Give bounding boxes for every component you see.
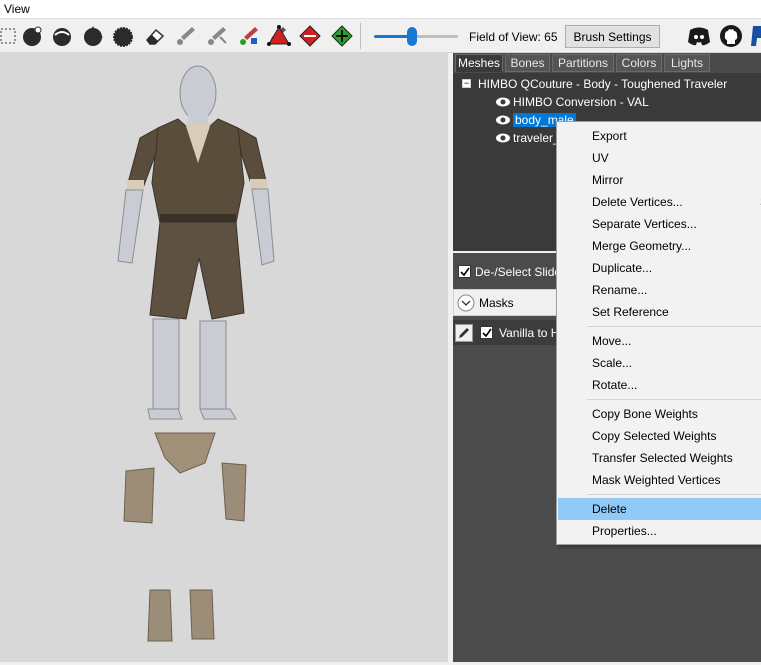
toolbar-separator	[360, 23, 361, 49]
menu-rotate[interactable]: Rotate...	[558, 374, 761, 396]
menu-export[interactable]: Export	[558, 125, 761, 147]
menu-separator	[587, 399, 761, 400]
fov-slider-thumb[interactable]	[407, 27, 417, 46]
eye-icon[interactable]	[496, 115, 510, 125]
paypal-icon[interactable]	[748, 24, 761, 48]
transform-icon[interactable]	[330, 24, 354, 48]
menu-mask-weighted-vertices[interactable]: Mask Weighted Vertices	[558, 469, 761, 491]
deselect-sliders-checkbox[interactable]	[458, 265, 471, 278]
menu-delete-vertices[interactable]: Delete Vertices... S	[558, 191, 761, 213]
edge-icon[interactable]	[298, 24, 322, 48]
tree-item[interactable]: traveler_	[496, 129, 560, 146]
menu-separator	[587, 326, 761, 327]
menu-set-reference[interactable]: Set Reference	[558, 301, 761, 323]
deselect-sliders-label: De-/Select Slide	[475, 264, 562, 279]
pencil-icon	[459, 327, 469, 338]
brush-settings-button[interactable]: Brush Settings	[565, 25, 660, 48]
menu-properties[interactable]: Properties...	[558, 520, 761, 542]
inflate-icon[interactable]	[111, 24, 135, 48]
tab-meshes[interactable]: Meshes	[455, 54, 503, 72]
menu-delete[interactable]: Delete	[558, 498, 761, 520]
fov-label: Field of View: 65	[469, 30, 558, 44]
discord-icon[interactable]	[687, 24, 711, 48]
tab-partitions[interactable]: Partitions	[552, 54, 614, 72]
color-paint-icon[interactable]	[205, 24, 229, 48]
eye-icon[interactable]	[496, 133, 510, 143]
mesh-preview	[117, 65, 275, 642]
menu-transfer-selected-weights[interactable]: Transfer Selected Weights	[558, 447, 761, 469]
github-icon[interactable]	[719, 24, 743, 48]
tree-item-label: HIMBO Conversion - VAL	[513, 94, 649, 109]
menu-mirror[interactable]: Mirror	[558, 169, 761, 191]
brush-icon[interactable]	[20, 24, 44, 48]
deselect-sliders[interactable]: De-/Select Slide	[458, 263, 561, 280]
slider-label: Vanilla to H	[499, 325, 560, 340]
tab-lights[interactable]: Lights	[664, 54, 710, 72]
tab-bones[interactable]: Bones	[505, 54, 550, 72]
masks-dropdown[interactable]: Masks	[457, 294, 514, 311]
masks-label: Masks	[479, 295, 514, 310]
tree-root-label: HIMBO QCouture - Body - Toughened Travel…	[478, 76, 728, 91]
tab-colors[interactable]: Colors	[616, 54, 662, 72]
toolbar: Field of View: 65 Brush Settings	[0, 19, 761, 53]
menu-scale[interactable]: Scale...	[558, 352, 761, 374]
slider-item[interactable]: Vanilla to H	[455, 323, 560, 342]
move-brush-icon[interactable]	[81, 24, 105, 48]
menubar: View	[0, 0, 761, 19]
menu-copy-bone-weights[interactable]: Copy Bone Weights	[558, 403, 761, 425]
collapse-icon[interactable]: −	[462, 79, 471, 88]
tree-item[interactable]: HIMBO Conversion - VAL	[496, 93, 649, 110]
alpha-paint-icon[interactable]	[237, 24, 261, 48]
menu-separate-vertices[interactable]: Separate Vertices...	[558, 213, 761, 235]
menu-separator	[587, 494, 761, 495]
menu-rename[interactable]: Rename...	[558, 279, 761, 301]
3d-viewport[interactable]	[0, 53, 448, 662]
weight-paint-icon[interactable]	[174, 24, 198, 48]
tab-bar: Meshes Bones Partitions Colors Lights	[453, 53, 761, 73]
menu-duplicate[interactable]: Duplicate...	[558, 257, 761, 279]
tree-item-label: traveler_	[513, 130, 560, 145]
slider-checkbox[interactable]	[480, 326, 493, 339]
menu-move[interactable]: Move...	[558, 330, 761, 352]
chevron-down-icon[interactable]	[457, 294, 475, 312]
select-icon[interactable]	[0, 24, 20, 48]
triangle-vertex-icon[interactable]	[267, 24, 291, 48]
menu-delete-vertices-label: Delete Vertices...	[592, 195, 683, 209]
menu-copy-selected-weights[interactable]: Copy Selected Weights	[558, 425, 761, 447]
menu-merge-geometry[interactable]: Merge Geometry...	[558, 235, 761, 257]
eye-icon[interactable]	[496, 97, 510, 107]
edit-slider-button[interactable]	[455, 323, 473, 342]
menu-uv[interactable]: UV	[558, 147, 761, 169]
context-menu: Export UV Mirror Delete Vertices... S Se…	[556, 121, 761, 545]
smooth-icon[interactable]	[50, 24, 74, 48]
tree-root[interactable]: − HIMBO QCouture - Body - Toughened Trav…	[462, 75, 727, 92]
eraser-icon[interactable]	[143, 24, 167, 48]
menu-view[interactable]: View	[4, 2, 30, 16]
